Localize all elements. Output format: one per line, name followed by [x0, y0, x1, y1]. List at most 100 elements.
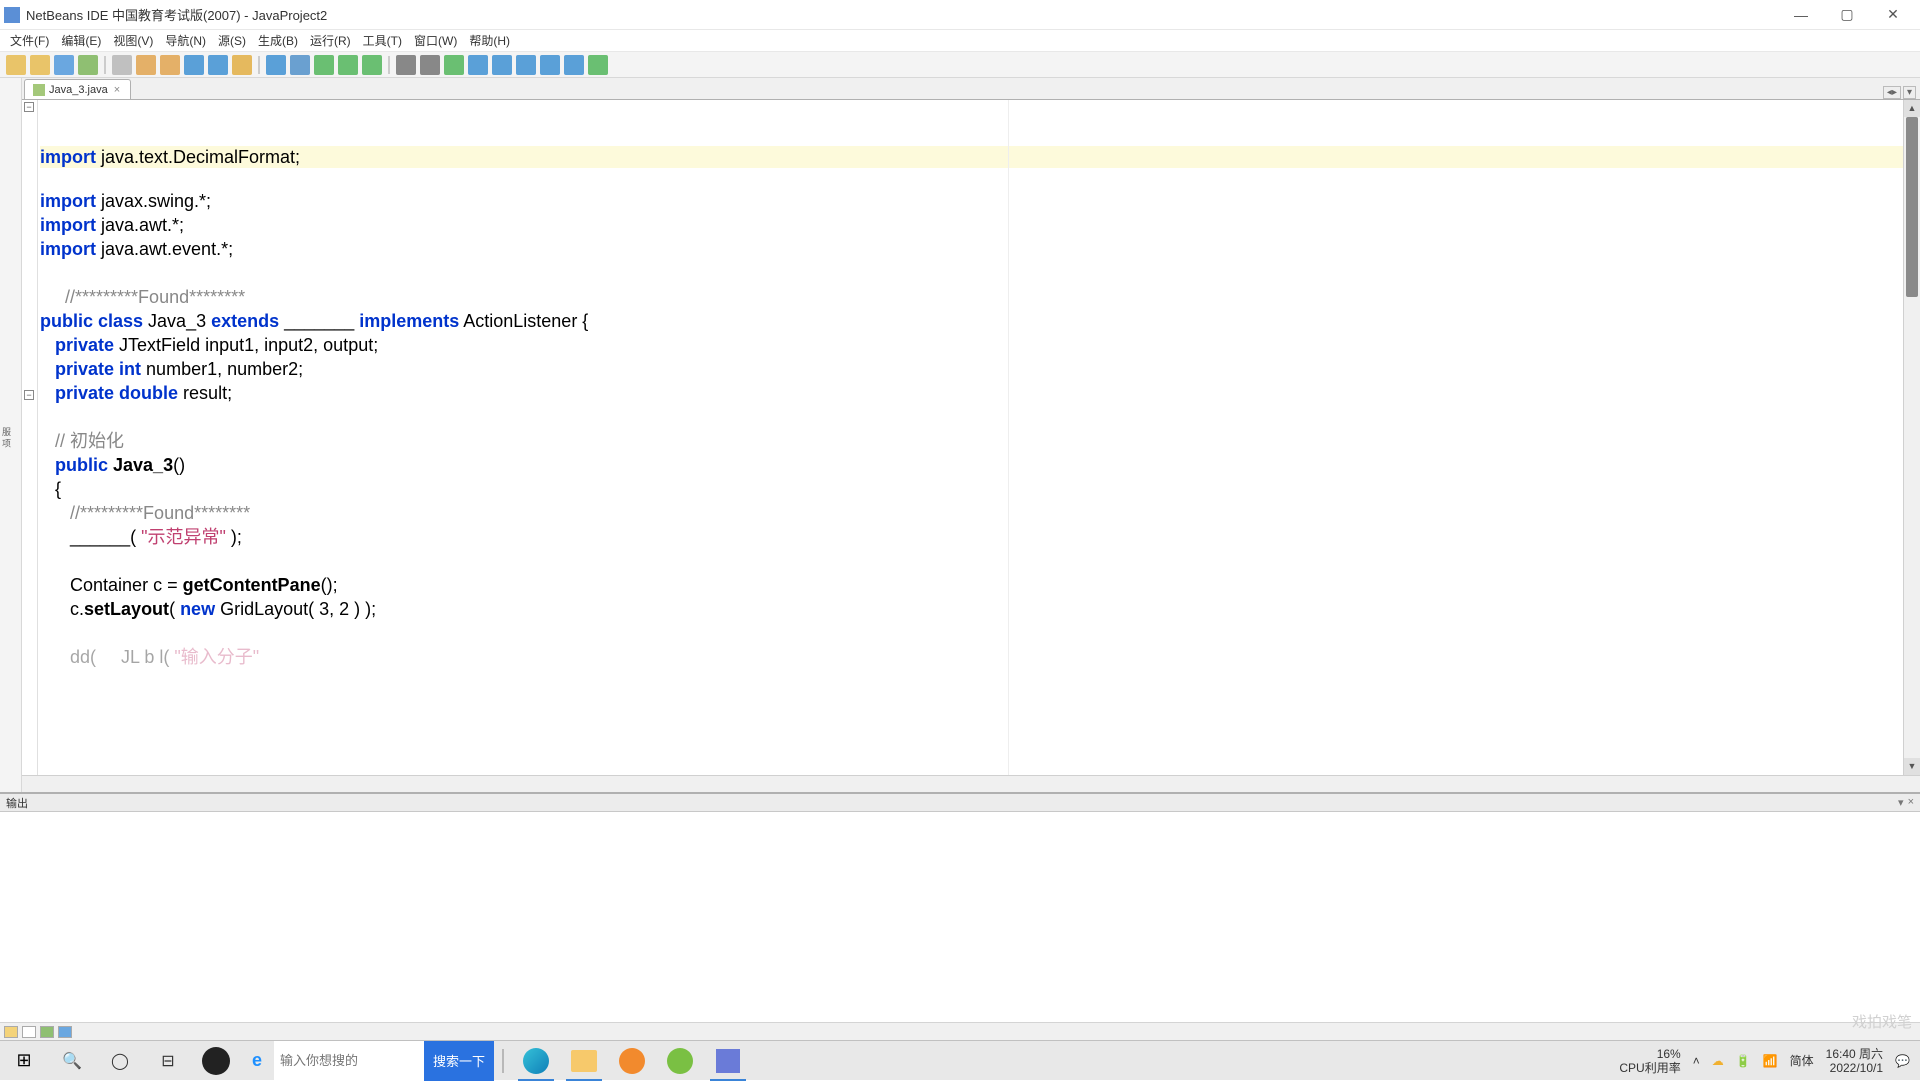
toolbar-debug-icon[interactable] — [338, 55, 358, 75]
taskbar-app-green[interactable] — [656, 1041, 704, 1081]
taskbar-app-edge[interactable] — [512, 1041, 560, 1081]
menu-build[interactable]: 生成(B) — [252, 30, 304, 51]
toolbar-build-icon[interactable] — [266, 55, 286, 75]
taskbar-search-button[interactable]: 搜索一下 — [424, 1041, 494, 1081]
minimize-button[interactable]: — — [1778, 0, 1824, 30]
code-kw: public — [55, 455, 108, 475]
toolbar-stepinto-icon[interactable] — [492, 55, 512, 75]
toolbar-run-icon[interactable] — [314, 55, 334, 75]
vertical-scrollbar[interactable]: ▲ ▼ — [1903, 100, 1920, 775]
code-text: java.text.DecimalFormat; — [96, 147, 300, 167]
code-kw: private — [55, 335, 114, 355]
toolbar-newproj-icon[interactable] — [30, 55, 50, 75]
tray-cloud-icon[interactable]: ☁ — [1712, 1054, 1724, 1068]
taskbar-app-netbeans[interactable] — [704, 1041, 752, 1081]
toolbar-undo-icon[interactable] — [184, 55, 204, 75]
tab-close-icon[interactable]: × — [112, 84, 122, 96]
close-button[interactable]: ✕ — [1870, 0, 1916, 30]
taskbar-app-explorer[interactable] — [560, 1041, 608, 1081]
toolbar-sep — [388, 56, 390, 74]
code-text: { — [55, 479, 61, 499]
code-kw: new — [180, 599, 215, 619]
scroll-up-icon[interactable]: ▲ — [1904, 100, 1920, 117]
menu-source[interactable]: 源(S) — [212, 30, 252, 51]
code-text: Java_3 — [143, 311, 211, 331]
taskbar-search-icon[interactable]: 🔍 — [48, 1041, 96, 1081]
fold-toggle-icon[interactable]: − — [24, 102, 34, 112]
code-kw: extends — [211, 311, 279, 331]
task-view-icon[interactable]: ⊟ — [144, 1041, 192, 1081]
code-kw: import — [40, 147, 96, 167]
menu-run[interactable]: 运行(R) — [304, 30, 357, 51]
output-tab-label[interactable]: 输出 — [6, 795, 28, 811]
tab-java3[interactable]: Java_3.java × — [24, 79, 131, 99]
toolbar-copy-icon[interactable] — [136, 55, 156, 75]
taskbar-search: e 搜索一下 — [240, 1041, 494, 1081]
start-button[interactable]: ⊞ — [0, 1041, 48, 1081]
tray-chevron-icon[interactable]: ˄ — [1693, 1054, 1700, 1068]
code-comment: // 初始化 — [55, 431, 124, 451]
code-kw: implements — [359, 311, 459, 331]
horizontal-scrollbar[interactable] — [22, 775, 1920, 792]
app-icon — [4, 7, 20, 23]
toolbar-clean-icon[interactable] — [290, 55, 310, 75]
menu-window[interactable]: 窗口(W) — [408, 30, 463, 51]
code-kw: private int — [55, 359, 141, 379]
toolbar-cut-icon[interactable] — [112, 55, 132, 75]
toolbar-pause-icon[interactable] — [420, 55, 440, 75]
toolbar-save-icon[interactable] — [78, 55, 98, 75]
code-kw: public class — [40, 311, 143, 331]
toolbar-stepout-icon[interactable] — [516, 55, 536, 75]
toolbar-new-icon[interactable] — [6, 55, 26, 75]
code-text: ); — [226, 527, 242, 547]
tray-clock[interactable]: 16:40 周六 2022/10/1 — [1826, 1047, 1883, 1075]
toolbar-stop-icon[interactable] — [396, 55, 416, 75]
code-text: result; — [178, 383, 232, 403]
maximize-button[interactable]: ▢ — [1824, 0, 1870, 30]
notifications-icon[interactable]: 💬 — [1895, 1054, 1910, 1068]
toolbar-find-icon[interactable] — [232, 55, 252, 75]
toolbar-refresh-icon[interactable] — [588, 55, 608, 75]
toolbar-stepover-icon[interactable] — [468, 55, 488, 75]
menu-help[interactable]: 帮助(H) — [463, 30, 516, 51]
left-side-panel[interactable]: 服 项 — [0, 78, 22, 792]
toolbar-paste-icon[interactable] — [160, 55, 180, 75]
menu-tools[interactable]: 工具(T) — [357, 30, 408, 51]
taskbar-app-orange[interactable] — [608, 1041, 656, 1081]
fold-gutter[interactable]: − − — [22, 100, 38, 775]
scroll-thumb[interactable] — [1906, 117, 1918, 297]
editor-tabstrip: Java_3.java × ◂▸ ▾ — [22, 78, 1920, 100]
tray-battery-icon[interactable]: 🔋 — [1736, 1054, 1751, 1068]
menu-navigate[interactable]: 导航(N) — [159, 30, 212, 51]
toolbar-continue-icon[interactable] — [444, 55, 464, 75]
toolbar — [0, 52, 1920, 78]
code-string: "示范异常" — [141, 527, 226, 547]
code-text: () — [173, 455, 185, 475]
fold-toggle-icon[interactable]: − — [24, 390, 34, 400]
toolbar-runmain-icon[interactable] — [362, 55, 382, 75]
menu-edit[interactable]: 编辑(E) — [55, 30, 107, 51]
java-file-icon — [33, 84, 45, 96]
toolbar-redo-icon[interactable] — [208, 55, 228, 75]
code-string: "输入分子" — [174, 647, 259, 667]
output-body[interactable] — [0, 812, 1920, 1022]
toolbar-runto-icon[interactable] — [540, 55, 560, 75]
code-text: JTextField input1, input2, output; — [114, 335, 378, 355]
ie-icon[interactable]: e — [240, 1050, 274, 1071]
toolbar-apply-icon[interactable] — [564, 55, 584, 75]
tab-nav-left-icon[interactable]: ◂▸ — [1883, 86, 1901, 99]
code-text: ______( — [70, 527, 141, 547]
toolbar-open-icon[interactable] — [54, 55, 74, 75]
taskbar-search-input[interactable] — [274, 1041, 424, 1081]
output-min-icon[interactable]: ▾ — [1898, 796, 1904, 809]
scroll-down-icon[interactable]: ▼ — [1904, 758, 1920, 775]
tab-dropdown-icon[interactable]: ▾ — [1903, 86, 1916, 99]
taskbar-app-obs[interactable] — [192, 1041, 240, 1081]
ime-indicator[interactable]: 简体 — [1790, 1052, 1814, 1069]
cortana-icon[interactable]: ◯ — [96, 1041, 144, 1081]
menu-file[interactable]: 文件(F) — [4, 30, 55, 51]
output-close-icon[interactable]: × — [1908, 796, 1914, 809]
tray-wifi-icon[interactable]: 📶 — [1763, 1054, 1778, 1068]
code-editor[interactable]: import java.text.DecimalFormat; import j… — [38, 100, 1903, 775]
menu-view[interactable]: 视图(V) — [107, 30, 159, 51]
